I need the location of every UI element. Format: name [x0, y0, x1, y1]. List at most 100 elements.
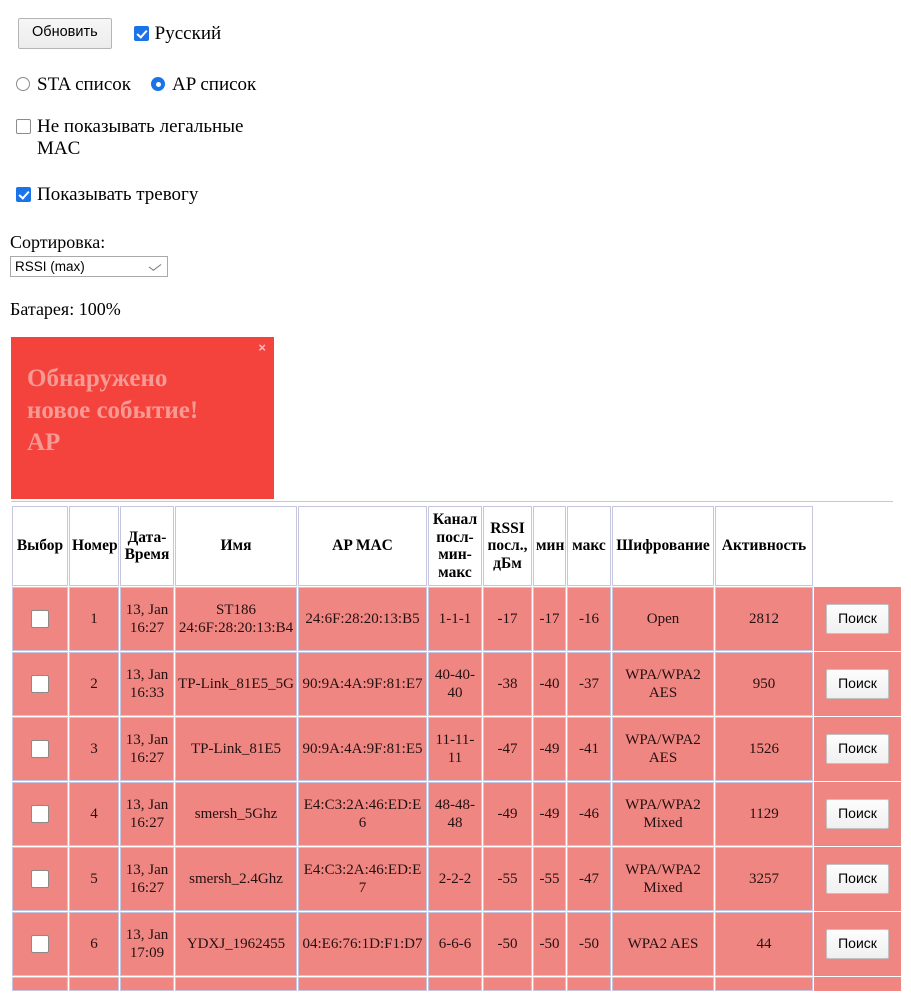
cell-datetime: 13, Jan 16:33 [120, 652, 174, 716]
cell-datetime-l1: 13, Jan [125, 862, 169, 878]
cell-channel: 1-1-1 [428, 587, 482, 651]
close-icon[interactable]: × [258, 341, 266, 354]
col-header-activity[interactable]: Активность [715, 506, 813, 586]
new-event-alert[interactable]: × Обнаружено новое событие! AP [11, 337, 274, 499]
cell-datetime-l2: 16:27 [129, 815, 165, 831]
cell-activity: 1129 [715, 782, 813, 846]
cell-rssi-max: -46 [567, 782, 611, 846]
cell-rssi-min: -17 [533, 587, 566, 651]
cell-encryption-l1: WPA/WPA2 [625, 732, 701, 748]
row-checkbox-icon[interactable] [31, 675, 49, 694]
table-row [12, 977, 901, 991]
cell-datetime-l1: 13, Jan [125, 797, 169, 813]
cell-datetime-l2: 16:33 [129, 685, 165, 701]
cell-datetime-l1: 13, Jan [125, 602, 169, 618]
row-checkbox-icon[interactable] [31, 870, 49, 889]
cell-rssi-last: -47 [483, 717, 532, 781]
cell-activity: 44 [715, 912, 813, 976]
cell-actions: Поиск [814, 652, 901, 716]
cell-channel: 2-2-2 [428, 847, 482, 911]
checkbox-icon-hide-legal-mac[interactable] [16, 118, 31, 134]
cell-rssi-min: -49 [533, 717, 566, 781]
col-header-ap-mac[interactable]: AP MAC [298, 506, 427, 586]
alert-line-2: новое событие! [27, 397, 199, 424]
cell-datetime: 13, Jan 16:27 [120, 847, 174, 911]
cell-datetime: 13, Jan 16:27 [120, 587, 174, 651]
table-row: 2 13, Jan 16:33 TP-Link_81E5_5G 90:9A:4A:9F:… [12, 652, 901, 716]
col-header-select[interactable]: Выбор [12, 506, 68, 586]
radio-icon-sta[interactable] [16, 77, 30, 92]
sort-select[interactable]: RSSI (max) [10, 255, 168, 277]
cell-select[interactable] [12, 652, 68, 716]
cell-select[interactable] [12, 782, 68, 846]
cell-encryption-l2: AES [648, 750, 678, 766]
cell-encryption-l2: Mixed [643, 815, 683, 831]
search-button[interactable]: Поиск [826, 863, 889, 895]
cell-rssi-min: -55 [533, 847, 566, 911]
row-checkbox-icon[interactable] [31, 740, 49, 759]
cell-encryption-l1: WPA/WPA2 [625, 797, 701, 813]
top-controls-bar: Обновить Русский [0, 0, 911, 49]
refresh-button[interactable]: Обновить [18, 18, 112, 49]
cell-rssi-max: -47 [567, 847, 611, 911]
cell-encryption: WPA/WPA2 AES [612, 717, 714, 781]
checkbox-icon-show-alarm[interactable] [16, 186, 31, 202]
cell-activity: 1526 [715, 717, 813, 781]
col-header-min[interactable]: мин [533, 506, 566, 586]
show-alarm-checkbox[interactable]: Показывать тревогу [16, 185, 911, 204]
cell-rssi-max: -41 [567, 717, 611, 781]
radio-ap-list[interactable]: AP список [151, 75, 256, 94]
cell-partial [715, 977, 813, 991]
col-header-rssi-l2: посл., [487, 537, 528, 555]
cell-activity: 950 [715, 652, 813, 716]
battery-status: Батарея: 100% [10, 298, 121, 319]
col-header-channel[interactable]: Канал посл- мин- макс [428, 506, 482, 586]
cell-select[interactable] [12, 912, 68, 976]
cell-partial [567, 977, 611, 991]
col-header-name[interactable]: Имя [175, 506, 297, 586]
radio-icon-ap[interactable] [151, 77, 166, 92]
cell-name: TP-Link_81E5_5G [175, 652, 297, 716]
search-button[interactable]: Поиск [826, 603, 889, 635]
col-header-encryption[interactable]: Шифрование [612, 506, 714, 586]
horizontal-divider [11, 501, 893, 502]
row-checkbox-icon[interactable] [31, 610, 49, 629]
col-header-max[interactable]: макс [567, 506, 611, 586]
search-button[interactable]: Поиск [826, 798, 889, 830]
cell-number: 6 [69, 912, 119, 976]
col-header-datetime[interactable]: Дата- Время [120, 506, 174, 586]
col-header-rssi[interactable]: RSSI посл., дБм [483, 506, 532, 586]
cell-select[interactable] [12, 847, 68, 911]
row-checkbox-icon[interactable] [31, 805, 49, 824]
search-button[interactable]: Поиск [826, 668, 889, 700]
cell-name-l1: YDXJ_1962455 [186, 936, 286, 952]
cell-name-l1: smersh_2.4Ghz [189, 871, 283, 887]
cell-channel: 11-11-11 [428, 717, 482, 781]
sort-select-value: RSSI (max) [15, 258, 85, 274]
checkbox-icon-russian[interactable] [133, 25, 149, 41]
cell-select[interactable] [12, 587, 68, 651]
cell-rssi-max: -37 [567, 652, 611, 716]
cell-number: 5 [69, 847, 119, 911]
hide-legal-mac-checkbox[interactable]: Не показывать легальные MAC [16, 116, 256, 161]
cell-partial [533, 977, 566, 991]
cell-encryption-l1: WPA/WPA2 [625, 862, 701, 878]
cell-name-l1: ST186 [215, 602, 256, 618]
radio-sta-list[interactable]: STA список [16, 75, 131, 94]
cell-ap-mac: 04:E6:76:1D:F1:D7 [298, 912, 427, 976]
hide-legal-mac-label: Не показывать легальные MAC [37, 115, 244, 160]
search-button[interactable]: Поиск [826, 733, 889, 765]
language-checkbox[interactable]: Русский [133, 24, 221, 43]
col-header-number[interactable]: Номер [69, 506, 119, 586]
cell-select[interactable] [12, 717, 68, 781]
search-button[interactable]: Поиск [826, 928, 889, 960]
cell-rssi-max: -50 [567, 912, 611, 976]
cell-datetime-l1: 13, Jan [125, 667, 169, 683]
cell-partial [12, 977, 68, 991]
cell-number: 3 [69, 717, 119, 781]
col-header-channel-l3: мин- [438, 546, 472, 563]
cell-rssi-last: -49 [483, 782, 532, 846]
col-header-channel-l1: Канал [432, 511, 478, 528]
show-alarm-label: Показывать тревогу [37, 183, 199, 205]
row-checkbox-icon[interactable] [31, 935, 49, 954]
